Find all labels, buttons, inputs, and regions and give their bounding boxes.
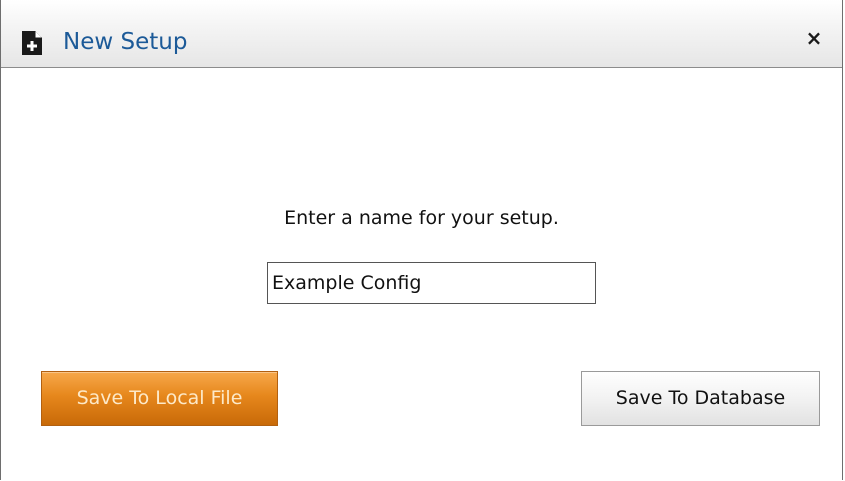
dialog-title: New Setup bbox=[63, 29, 188, 55]
close-button[interactable]: × bbox=[804, 26, 824, 50]
new-setup-dialog: New Setup × Enter a name for your setup.… bbox=[0, 0, 843, 480]
save-to-database-button[interactable]: Save To Database bbox=[581, 371, 820, 426]
name-prompt-label: Enter a name for your setup. bbox=[284, 207, 559, 229]
save-to-local-file-button[interactable]: Save To Local File bbox=[41, 371, 278, 426]
title-bar[interactable]: New Setup × bbox=[1, 0, 842, 68]
new-document-icon bbox=[21, 30, 43, 56]
setup-name-input[interactable] bbox=[267, 262, 596, 304]
